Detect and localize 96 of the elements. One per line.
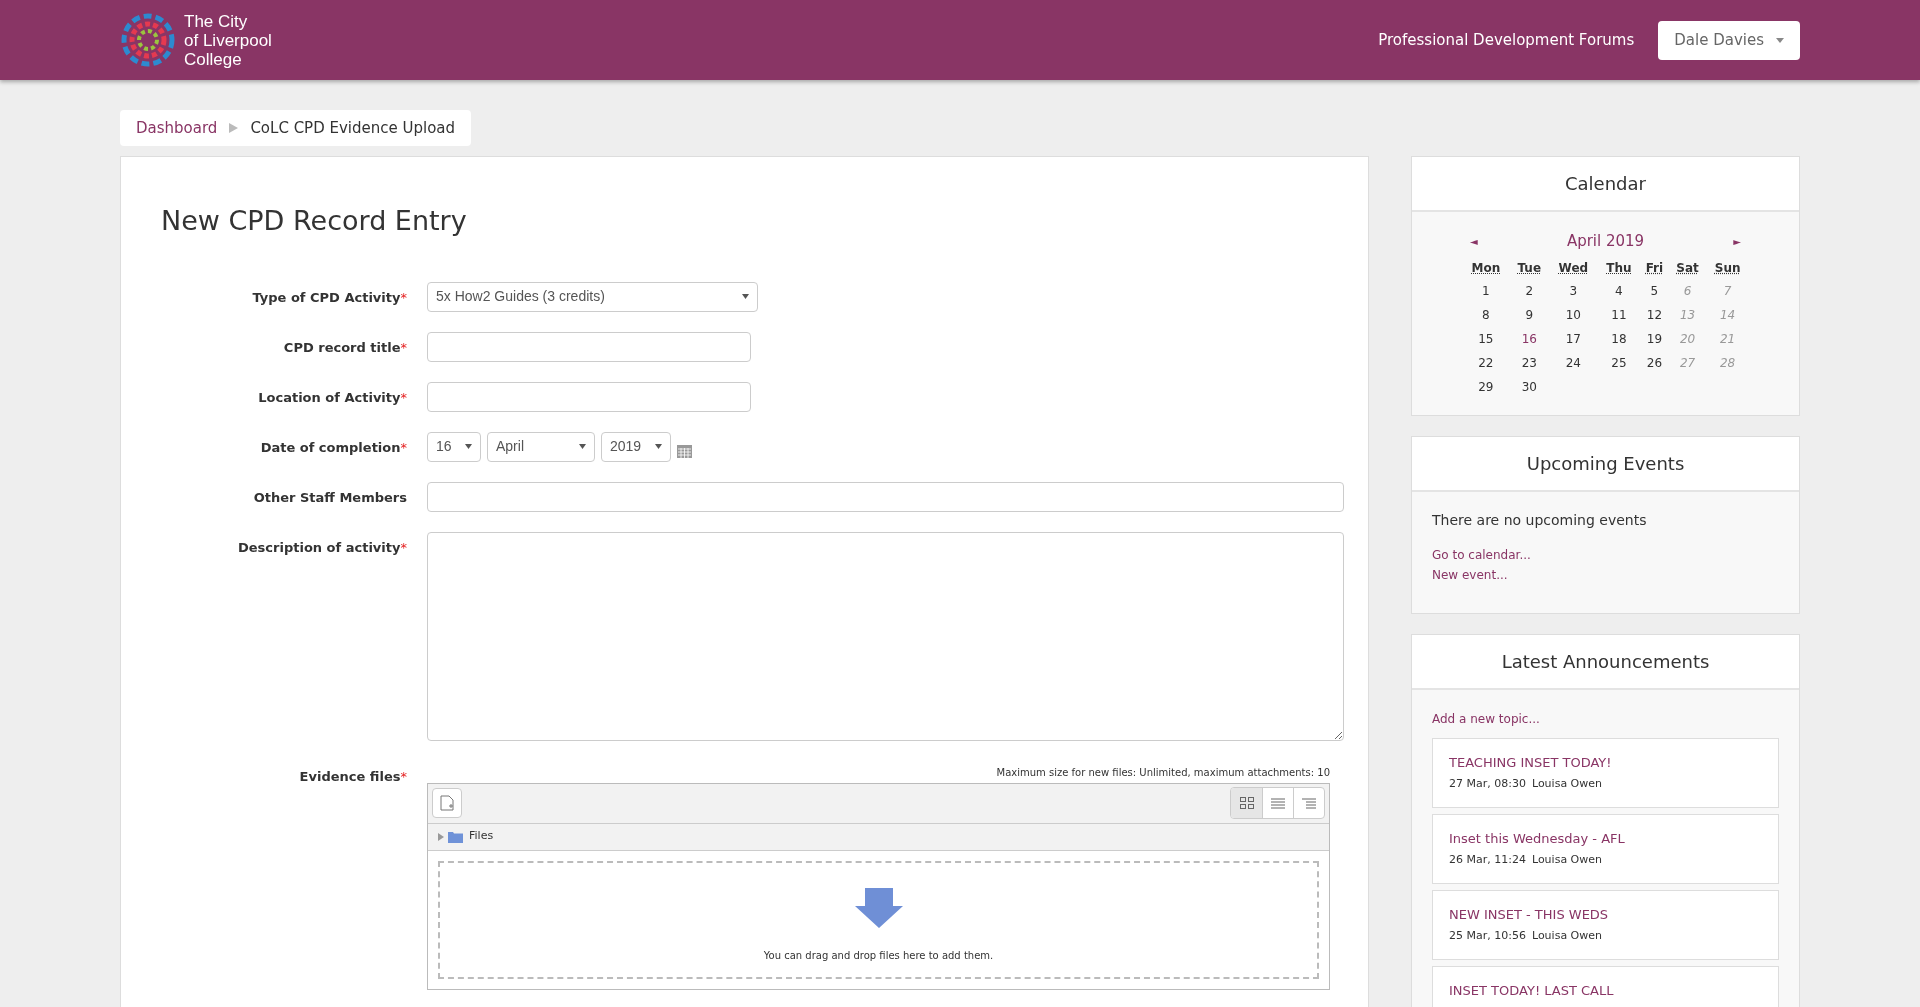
announcement-link[interactable]: NEW INSET - THIS WEDS: [1449, 904, 1762, 924]
add-file-button[interactable]: [432, 788, 462, 818]
drop-zone[interactable]: You can drag and drop files here to add them.: [438, 860, 1319, 979]
dropdown[interactable]: 5x How2 Guides (3 credits): [427, 281, 758, 312]
calendar-day[interactable]: 2: [1525, 283, 1534, 298]
calendar-day[interactable]: 24: [1565, 355, 1581, 370]
weekday-label: Sat: [1676, 260, 1699, 275]
calendar-day[interactable]: 1: [1482, 283, 1490, 298]
calendar-day[interactable]: 10: [1565, 307, 1581, 322]
post-date: 27 Mar, 08:30: [1449, 776, 1526, 792]
caret-icon: [655, 444, 662, 449]
announcement-link[interactable]: TEACHING INSET TODAY!: [1449, 752, 1762, 772]
weekday-label: Thu: [1606, 260, 1632, 275]
breadcrumb-current: CoLC CPD Evidence Upload: [250, 117, 456, 139]
add-topic-link[interactable]: Add a new topic...: [1432, 709, 1779, 728]
down-arrow-icon: [854, 887, 903, 928]
calendar-day[interactable]: 30: [1521, 379, 1537, 394]
folder-icon: [448, 830, 463, 843]
user-menu-button[interactable]: Dale Davies: [1658, 20, 1800, 60]
month-title: April 2019: [1566, 231, 1645, 252]
field-label: Type of CPD Activity: [252, 288, 401, 307]
required-mark: *: [400, 338, 407, 357]
breadcrumb-link[interactable]: Dashboard: [136, 116, 218, 140]
separator-icon: [229, 123, 239, 133]
weekday-label: Fri: [1645, 260, 1664, 275]
previous-month-button[interactable]: ◄: [1470, 233, 1478, 249]
weekday-label: Mon: [1471, 260, 1501, 275]
next-month-button[interactable]: ►: [1733, 233, 1741, 249]
grid-icon: [1239, 797, 1254, 809]
folder-name[interactable]: Files: [469, 828, 494, 845]
no-events-message: There are no upcoming events: [1432, 510, 1648, 530]
block-link[interactable]: Go to calendar...: [1432, 544, 1531, 565]
expand-arrow-icon[interactable]: [438, 832, 444, 841]
calendar-day[interactable]: 23: [1521, 355, 1537, 370]
caret-icon: [465, 444, 472, 449]
dropdown[interactable]: 16: [427, 431, 481, 462]
calendar-icon[interactable]: [677, 443, 692, 458]
file-limits-note: Maximum size for new files: Unlimited, maximum attachments: 10: [995, 765, 1330, 780]
calendar-day[interactable]: 3: [1569, 283, 1578, 298]
field-label: Evidence files: [299, 767, 401, 786]
logo-icon: [120, 12, 176, 68]
caret-icon: [579, 444, 586, 449]
field-label: Location of Activity: [258, 388, 401, 407]
list-icon: [1271, 797, 1285, 809]
required-mark: *: [400, 438, 407, 457]
calendar-day[interactable]: 16: [1521, 331, 1537, 346]
calendar-day[interactable]: 29: [1478, 379, 1494, 394]
post-author: Louisa Owen: [1531, 776, 1602, 792]
weekday-label: Wed: [1558, 260, 1589, 275]
field-label: Date of completion: [260, 438, 401, 457]
calendar-day[interactable]: 22: [1478, 355, 1494, 370]
add-file-icon: [440, 795, 454, 811]
post-author: Louisa Owen: [1531, 852, 1602, 868]
page-title: New CPD Record Entry: [161, 204, 468, 238]
post-date: 26 Mar, 11:24: [1449, 852, 1526, 868]
calendar-day[interactable]: 9: [1525, 307, 1534, 322]
calendar-day[interactable]: 11: [1611, 307, 1627, 322]
required-mark: *: [400, 288, 407, 307]
weekday-label: Tue: [1517, 260, 1542, 275]
calendar-day[interactable]: 19: [1646, 331, 1663, 346]
drop-hint: You can drag and drop files here to add them.: [763, 948, 994, 963]
text-input[interactable]: [427, 331, 751, 362]
announcement-link[interactable]: Inset this Wednesday - AFL: [1449, 828, 1762, 848]
caret-icon: [742, 294, 749, 299]
calendar-day[interactable]: 18: [1611, 331, 1627, 346]
icon-view-button[interactable]: [1231, 788, 1262, 818]
calendar-day[interactable]: 8: [1482, 307, 1490, 322]
block-title: Upcoming Events: [1412, 436, 1799, 492]
field-label: CPD record title: [283, 338, 401, 357]
announcement-link[interactable]: INSET TODAY! LAST CALL: [1449, 980, 1762, 1000]
calendar-day[interactable]: 26: [1646, 355, 1663, 370]
field-label: Other Staff Members: [253, 488, 407, 507]
calendar-day[interactable]: 15: [1478, 331, 1494, 346]
weekday-label: Sun: [1714, 260, 1741, 275]
nav-link[interactable]: Professional Development Forums: [1378, 28, 1635, 52]
dropdown[interactable]: April: [487, 431, 595, 462]
caret-icon: [1776, 37, 1784, 43]
field-label: Description of activity: [238, 538, 401, 557]
calendar-day[interactable]: 17: [1565, 331, 1581, 346]
required-mark: *: [400, 388, 407, 407]
calendar-day[interactable]: 12: [1646, 307, 1663, 322]
tree-list-icon: [1302, 797, 1316, 809]
post-date: 25 Mar, 10:56: [1449, 928, 1526, 944]
calendar-day[interactable]: 5: [1650, 283, 1659, 298]
post-author: Louisa Owen: [1531, 928, 1602, 944]
text-input[interactable]: [427, 481, 1344, 512]
calendar-day[interactable]: 25: [1611, 355, 1627, 370]
calendar-day[interactable]: 4: [1615, 283, 1623, 298]
block-link[interactable]: New event...: [1432, 564, 1508, 585]
text-input[interactable]: [427, 381, 751, 412]
required-mark: *: [400, 767, 407, 786]
logo-text[interactable]: The City of Liverpool College: [184, 11, 272, 69]
block-title: Latest Announcements: [1412, 634, 1799, 690]
block-title: Calendar: [1412, 157, 1799, 212]
dropdown[interactable]: 2019: [601, 431, 671, 462]
required-mark: *: [400, 538, 407, 557]
